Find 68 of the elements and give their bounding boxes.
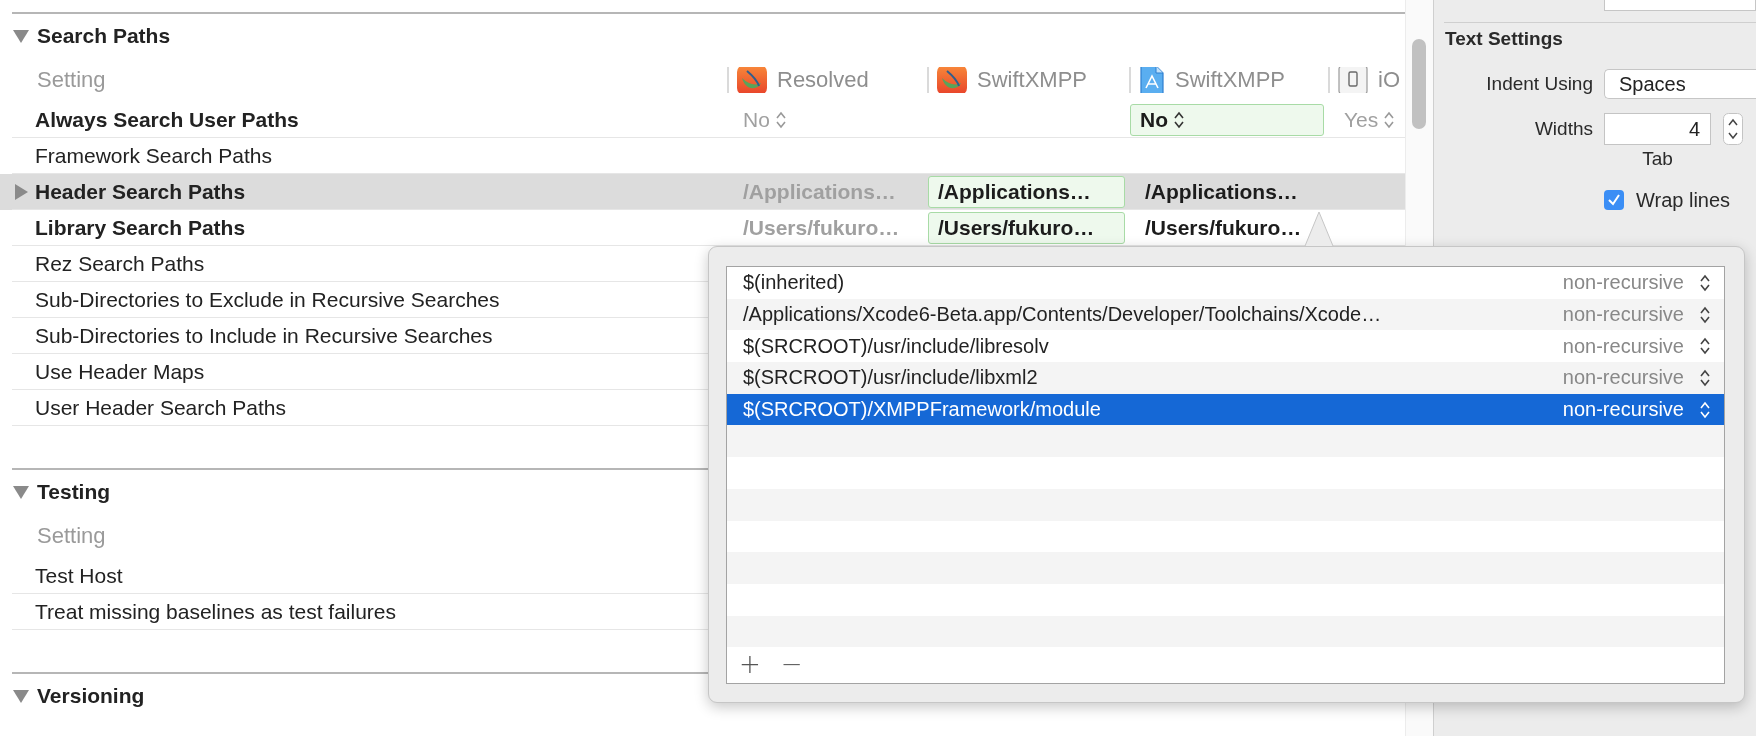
setting-name: Library Search Paths bbox=[35, 216, 247, 240]
field-label: Widths bbox=[1533, 118, 1593, 140]
add-button[interactable]: + bbox=[735, 651, 765, 677]
path-text: $(SRCROOT)/XMPPFramework/module bbox=[743, 398, 1101, 422]
mode-popup[interactable]: non-recursive bbox=[1562, 398, 1710, 422]
chevron-icon bbox=[1700, 368, 1710, 387]
swoosh-icon bbox=[737, 67, 767, 93]
chevron-icon bbox=[1384, 111, 1395, 129]
document-icon bbox=[1139, 67, 1165, 93]
column-header: SwiftXMPP bbox=[1175, 67, 1286, 93]
column-header: iO bbox=[1378, 67, 1400, 93]
popup-button[interactable]: Spaces bbox=[1604, 69, 1756, 99]
checkbox-label: Wrap lines bbox=[1636, 188, 1731, 212]
column-header: Setting bbox=[37, 523, 106, 549]
setting-name: Always Search User Paths bbox=[35, 108, 300, 132]
column-header: SwiftXMPP bbox=[977, 67, 1088, 93]
number-field[interactable]: 4 bbox=[1604, 113, 1711, 145]
setting-name: Treat missing baselines as test failures bbox=[35, 600, 398, 624]
setting-value[interactable]: /Applications… bbox=[1129, 180, 1298, 204]
setting-row[interactable]: Library Search Paths /Users/fukuro… /Users/fukuro… /Users/fukuro… bbox=[0, 210, 1405, 246]
setting-name: Sub-Directories to Include in Recursive Searches bbox=[35, 324, 494, 348]
path-text: $(inherited) bbox=[743, 271, 845, 295]
remove-button[interactable]: − bbox=[776, 651, 807, 677]
setting-value[interactable]: /Users/fukuro… bbox=[1129, 216, 1302, 240]
mode-popup[interactable]: non-recursive bbox=[1562, 271, 1710, 295]
path-text: $(SRCROOT)/usr/include/libxml2 bbox=[743, 366, 1038, 390]
list-row[interactable]: $(SRCROOT)/usr/include/libxml2 non-recursive bbox=[727, 362, 1724, 394]
field-label: Indent Using bbox=[1485, 73, 1593, 95]
chevron-icon bbox=[1700, 337, 1710, 356]
list-row[interactable]: $(inherited) non-recursive bbox=[727, 267, 1724, 299]
chevron-icon bbox=[1174, 111, 1184, 129]
column-header: Setting bbox=[37, 67, 106, 93]
column-header: Resolved bbox=[777, 67, 869, 93]
setting-name: Rez Search Paths bbox=[35, 252, 206, 276]
checkbox[interactable] bbox=[1604, 190, 1624, 210]
setting-name: Test Host bbox=[35, 564, 124, 588]
scrollbar-thumb[interactable] bbox=[1412, 39, 1426, 129]
device-icon bbox=[1338, 67, 1368, 93]
setting-name: Sub-Directories to Exclude in Recursive Searches bbox=[35, 288, 501, 312]
mode-popup[interactable]: non-recursive bbox=[1562, 334, 1710, 358]
setting-row[interactable]: Test Host bbox=[0, 558, 1405, 594]
setting-row[interactable]: Header Search Paths /Applications… /Applications… /Applications… bbox=[0, 174, 1405, 210]
section-title: Search Paths bbox=[37, 24, 171, 48]
list-row[interactable]: $(SRCROOT)/XMPPFramework/module non-recursive bbox=[727, 393, 1724, 426]
path-text: $(SRCROOT)/usr/include/libresolv bbox=[743, 334, 1049, 358]
chevron-icon bbox=[1700, 273, 1710, 292]
setting-name: Framework Search Paths bbox=[35, 144, 273, 168]
chevron-icon bbox=[1700, 400, 1710, 419]
stepper-icon[interactable] bbox=[1723, 113, 1743, 145]
chevron-icon bbox=[1700, 305, 1710, 324]
setting-row[interactable]: Framework Search Paths bbox=[0, 138, 1405, 174]
list-row[interactable]: /Applications/Xcode6-Beta.app/Contents/Developer/Toolchains/Xcode… non-recursive bbox=[727, 298, 1724, 331]
setting-value[interactable]: /Applications… bbox=[928, 176, 1125, 208]
list-row[interactable]: $(SRCROOT)/usr/include/libresolv non-recursive bbox=[727, 330, 1724, 363]
path-text: /Applications/Xcode6-Beta.app/Contents/Developer/Toolchains/Xcode… bbox=[743, 303, 1382, 327]
chevron-icon bbox=[775, 111, 786, 129]
popup-button[interactable]: No bbox=[1130, 104, 1324, 136]
panel-title: Text Settings bbox=[1445, 28, 1564, 51]
swoosh-icon bbox=[937, 67, 967, 93]
section-title: Versioning bbox=[37, 684, 145, 708]
section-title: Testing bbox=[37, 480, 111, 504]
setting-row[interactable]: Always Search User Paths No No Yes bbox=[0, 102, 1405, 138]
setting-name: User Header Search Paths bbox=[35, 396, 287, 420]
setting-row[interactable]: Treat missing baselines as test failures bbox=[0, 594, 1405, 630]
setting-value[interactable]: /Users/fukuro… bbox=[928, 212, 1125, 244]
field-caption: Tab bbox=[1641, 148, 1674, 170]
setting-name: Header Search Paths bbox=[35, 180, 247, 204]
setting-name: Use Header Maps bbox=[35, 360, 206, 384]
